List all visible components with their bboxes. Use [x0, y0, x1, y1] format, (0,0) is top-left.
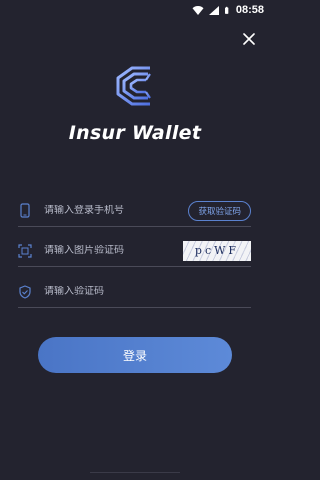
- phone-field-row: 获取验证码: [18, 195, 251, 227]
- insur-wallet-logo-icon: [116, 66, 151, 106]
- code-field-row: [18, 276, 251, 308]
- login-button[interactable]: 登录: [38, 337, 232, 373]
- brand-logo: [0, 60, 270, 120]
- phone-icon: [18, 203, 32, 219]
- captcha-input[interactable]: [44, 245, 183, 256]
- phone-input[interactable]: [44, 205, 189, 216]
- home-indicator: [90, 472, 180, 473]
- status-time: 08:58: [235, 4, 264, 16]
- signal-icon: [208, 5, 219, 15]
- image-captcha-icon: [18, 243, 32, 259]
- app-name: Insur Wallet: [68, 122, 202, 144]
- captcha-field-row: pcWF: [18, 235, 251, 267]
- captcha-text: pcWF: [194, 244, 240, 257]
- verification-code-input[interactable]: [44, 286, 251, 297]
- get-code-button[interactable]: 获取验证码: [188, 200, 251, 221]
- wifi-icon: [192, 5, 204, 15]
- close-button[interactable]: [240, 30, 258, 48]
- status-bar: 08:58: [0, 0, 270, 20]
- close-icon: [243, 33, 255, 45]
- captcha-image[interactable]: pcWF: [183, 240, 251, 261]
- shield-check-icon: [18, 284, 32, 300]
- battery-icon: [224, 6, 229, 14]
